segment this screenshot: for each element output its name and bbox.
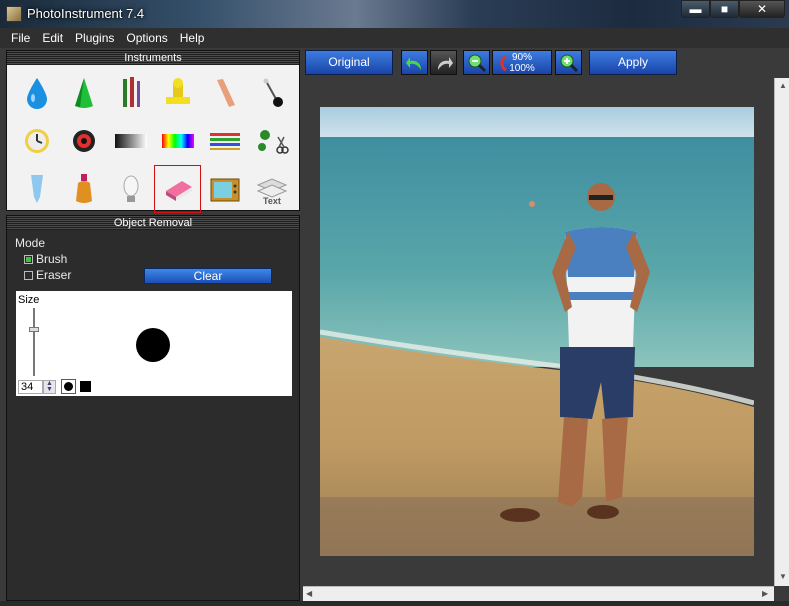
horizontal-scrollbar[interactable]: ◀ ▶ xyxy=(303,586,774,601)
scroll-up-icon[interactable]: ▲ xyxy=(779,81,787,90)
zoom-in-icon xyxy=(560,54,578,72)
tool-retro-tv[interactable] xyxy=(201,165,248,213)
scroll-down-icon[interactable]: ▼ xyxy=(779,572,787,581)
status-strip xyxy=(0,601,789,606)
tool-clock[interactable] xyxy=(13,117,60,165)
menu-file[interactable]: File xyxy=(0,31,36,45)
zoom-value-top: 90% xyxy=(511,52,532,63)
brush-label[interactable]: Brush xyxy=(36,252,67,266)
instruments-header: Instruments xyxy=(7,51,299,65)
tool-text[interactable]: Text xyxy=(248,165,295,213)
zoom-out-icon xyxy=(468,54,486,72)
close-button[interactable]: ✕ xyxy=(739,0,785,18)
clone-scissors-icon xyxy=(257,130,289,154)
tool-pin[interactable] xyxy=(248,69,295,117)
bottle-icon xyxy=(75,174,92,203)
menu-edit[interactable]: Edit xyxy=(36,31,69,45)
stamp-icon xyxy=(165,78,190,104)
tool-rainbow[interactable] xyxy=(154,117,201,165)
menu-bar: File Edit Plugins Options Help xyxy=(0,28,789,48)
tool-eye[interactable] xyxy=(60,117,107,165)
brush-preview xyxy=(136,328,170,362)
tool-tube[interactable] xyxy=(13,165,60,213)
finger-smudge-icon xyxy=(216,79,235,107)
eye-icon xyxy=(72,130,95,152)
text-tool-label: Text xyxy=(263,196,281,206)
round-shape-button[interactable] xyxy=(61,379,76,394)
tool-finger[interactable] xyxy=(201,69,248,117)
square-shape-button[interactable] xyxy=(80,381,91,392)
zoom-in-button[interactable] xyxy=(555,50,582,75)
gradient-icon xyxy=(114,134,147,148)
redo-icon xyxy=(437,56,453,70)
size-spinner[interactable]: ▲ ▼ xyxy=(43,380,56,394)
zoom-out-button[interactable] xyxy=(463,50,490,75)
tool-stamp[interactable] xyxy=(154,69,201,117)
size-input[interactable]: 34 xyxy=(18,380,43,394)
scroll-right-icon[interactable]: ▶ xyxy=(762,589,768,598)
tool-clone-scissors[interactable] xyxy=(248,117,295,165)
tool-bottle[interactable] xyxy=(60,165,107,213)
photo-canvas[interactable] xyxy=(320,107,754,556)
vertical-scrollbar[interactable]: ▲ ▼ xyxy=(774,78,789,586)
zoom-value-bottom: 100% xyxy=(509,63,535,74)
undo-icon xyxy=(405,56,421,70)
eraser-radio[interactable] xyxy=(24,271,33,280)
minimize-button[interactable]: ▬ xyxy=(681,0,710,18)
cone-icon xyxy=(74,78,93,108)
retro-tv-icon xyxy=(210,178,239,202)
object-removal-header: Object Removal xyxy=(7,216,299,230)
zoom-toggle-icon xyxy=(500,54,507,72)
object-removal-panel: Object Removal Mode Brush Eraser Clear S… xyxy=(6,215,300,601)
tool-drop[interactable] xyxy=(13,69,60,117)
original-button[interactable]: Original xyxy=(305,50,393,75)
window-controls: ▬ ■ ✕ xyxy=(681,0,785,18)
tube-icon xyxy=(30,175,43,203)
pin-icon xyxy=(263,78,283,107)
clear-button[interactable]: Clear xyxy=(144,268,272,284)
tool-eraser[interactable] xyxy=(154,165,201,213)
apply-button[interactable]: Apply xyxy=(589,50,677,75)
brushes-icon xyxy=(122,77,140,107)
maximize-button[interactable]: ■ xyxy=(710,0,739,18)
tool-lamp[interactable] xyxy=(107,165,154,213)
canvas-area[interactable] xyxy=(303,78,774,586)
menu-plugins[interactable]: Plugins xyxy=(69,31,120,45)
color-lines-icon xyxy=(209,133,240,150)
clock-icon xyxy=(24,129,49,153)
zoom-toggle-button[interactable]: 90% 100% xyxy=(492,50,552,75)
text-icon: Text xyxy=(256,178,287,206)
mode-label: Mode xyxy=(15,236,46,250)
beach-photo xyxy=(320,107,754,556)
lamp-icon xyxy=(123,175,138,202)
tool-color-lines[interactable] xyxy=(201,117,248,165)
size-slider-track[interactable] xyxy=(33,308,35,376)
size-box: Size 34 ▲ ▼ xyxy=(16,291,292,396)
instruments-panel: Instruments Text xyxy=(6,50,300,213)
size-label: Size xyxy=(18,294,40,306)
window-title: PhotoInstrument 7.4 xyxy=(27,6,145,21)
rainbow-icon xyxy=(161,134,194,148)
brush-radio[interactable] xyxy=(24,255,33,264)
tool-cone[interactable] xyxy=(60,69,107,117)
tool-grid: Text xyxy=(13,69,295,213)
menu-help[interactable]: Help xyxy=(174,31,211,45)
tool-brushes[interactable] xyxy=(107,69,154,117)
drop-icon xyxy=(26,78,47,109)
eraser-label[interactable]: Eraser xyxy=(36,268,71,282)
eraser-icon xyxy=(165,181,192,201)
scroll-left-icon[interactable]: ◀ xyxy=(306,589,312,598)
redo-button[interactable] xyxy=(430,50,457,75)
undo-button[interactable] xyxy=(401,50,428,75)
tool-gradient[interactable] xyxy=(107,117,154,165)
size-slider-thumb[interactable] xyxy=(29,327,39,332)
menu-options[interactable]: Options xyxy=(120,31,173,45)
app-icon xyxy=(6,6,22,22)
title-bar: PhotoInstrument 7.4 ▬ ■ ✕ xyxy=(0,0,789,28)
